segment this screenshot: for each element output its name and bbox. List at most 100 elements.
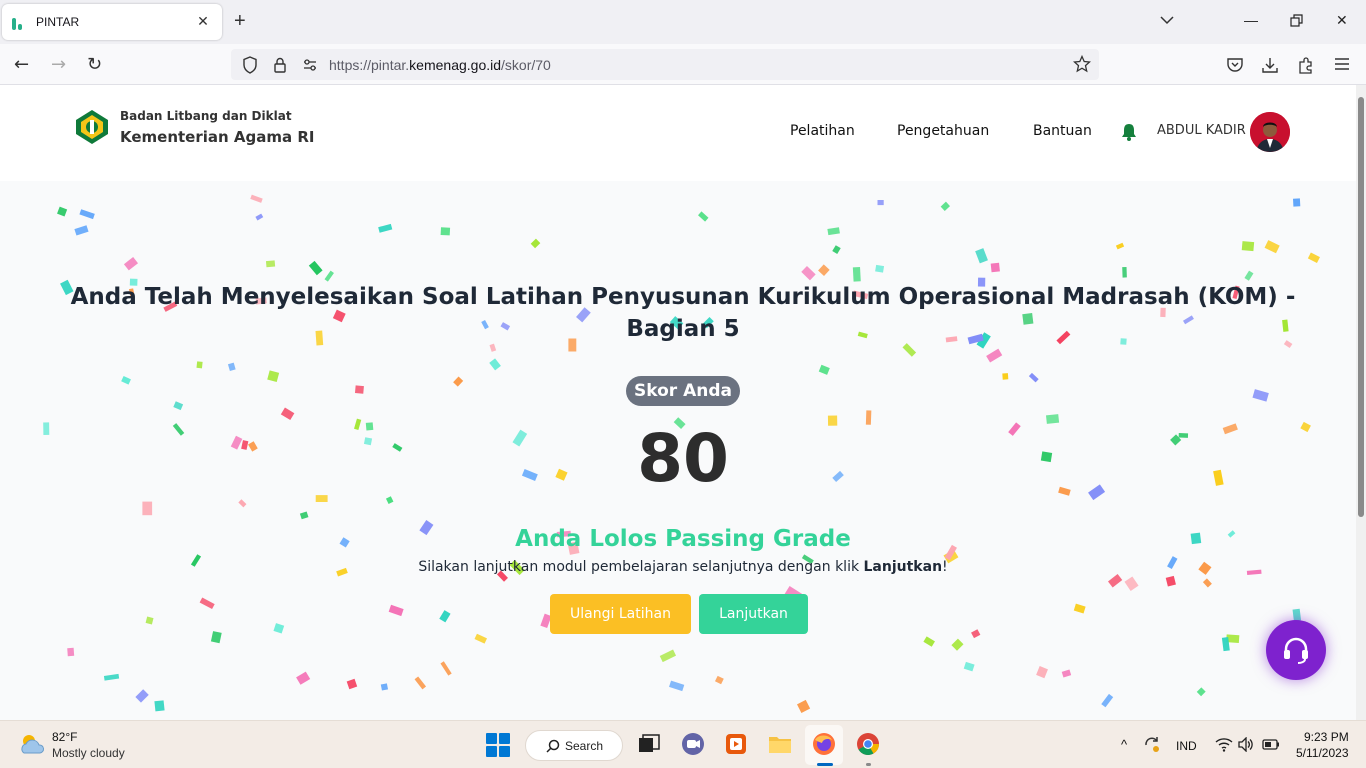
taskbar-search[interactable]: Search [525,730,623,761]
teams-chat-icon[interactable] [680,731,706,757]
confetti-piece [1122,267,1127,278]
confetti-piece [296,671,311,685]
input-language[interactable]: IND [1176,739,1197,753]
taskbar: 82°F Mostly cloudy Search ^ IND 9:23 PM … [0,720,1366,768]
volume-icon[interactable] [1238,737,1254,752]
retry-button[interactable]: Ulangi Latihan [550,594,691,634]
confetti-piece [43,422,50,435]
close-window-icon[interactable]: ✕ [1336,12,1348,29]
confetti-piece [818,364,830,375]
confetti-piece [388,604,404,617]
task-view-icon[interactable] [636,731,662,757]
wifi-icon[interactable] [1215,737,1233,752]
confetti-piece [439,610,451,623]
confetti-piece [1040,451,1053,463]
lock-icon[interactable] [269,55,291,75]
nav-item-bantuan[interactable]: Bantuan [1033,123,1092,139]
file-explorer-icon[interactable] [767,731,793,757]
confetti-piece [714,675,724,685]
user-name[interactable]: ABDUL KADIR [1157,123,1246,138]
confetti-piece [1293,198,1301,207]
confetti-piece [255,213,264,221]
clock-time[interactable]: 9:23 PM [1304,730,1349,744]
confetti-piece [1073,603,1086,614]
confetti-piece [380,683,389,691]
confetti-piece [378,223,393,233]
notification-bell-icon[interactable] [1120,122,1138,142]
confetti-piece [315,495,328,502]
weather-temperature: 82°F [52,730,78,744]
confetti-piece [865,410,872,425]
battery-icon[interactable] [1262,739,1280,750]
confetti-piece [1167,556,1178,569]
browser-navbar: ← → ↻ https://pintar.kemenag.go.id/skor/… [0,44,1366,85]
score-result-section: Anda Telah Menyelesaikan Soal Latihan Pe… [0,181,1356,720]
url-text: https://pintar.kemenag.go.id/skor/70 [329,56,551,73]
list-all-tabs-icon[interactable] [1159,12,1175,28]
confetti-piece [1061,669,1072,678]
confetti-piece [827,415,838,426]
minimize-icon[interactable]: — [1244,12,1258,28]
weather-cloud-icon[interactable] [18,731,46,757]
next-button[interactable]: Lanjutkan [699,594,808,634]
org-name-line1[interactable]: Badan Litbang dan Diklat [120,109,292,123]
confetti-piece [659,649,677,663]
media-app-icon[interactable] [723,731,749,757]
confetti-piece [1028,372,1039,383]
confetti-piece [902,343,917,357]
help-support-button[interactable] [1266,620,1326,680]
nav-item-pelatihan[interactable]: Pelatihan [790,123,855,139]
confetti-piece [975,248,988,264]
update-sync-icon[interactable] [1143,736,1161,754]
confetti-piece [238,499,247,508]
confetti-piece [530,238,541,249]
address-bar[interactable]: https://pintar.kemenag.go.id/skor/70 [231,49,1099,80]
confetti-piece [852,267,861,282]
confetti-piece [990,262,1000,273]
confetti-piece [154,700,165,712]
avatar[interactable] [1250,112,1290,152]
nav-item-pengetahuan[interactable]: Pengetahuan [897,123,989,139]
confetti-piece [414,676,427,690]
confetti-piece [440,661,452,676]
confetti-piece [196,361,203,369]
bookmark-star-icon[interactable] [1073,55,1091,73]
show-hidden-icons-icon[interactable]: ^ [1121,737,1127,752]
clock-date[interactable]: 5/11/2023 [1296,746,1349,760]
pocket-icon[interactable] [1226,56,1244,74]
chrome-icon[interactable] [855,731,881,757]
confetti-piece [354,418,362,431]
chrome-running-indicator [866,763,871,766]
confetti-piece [210,631,222,644]
pass-status: Anda Lolos Passing Grade [515,526,851,552]
confetti-piece [339,537,350,548]
reload-icon[interactable]: ↻ [87,54,102,75]
confetti-piece [173,401,184,411]
confetti-piece [1222,423,1238,435]
back-icon[interactable]: ← [14,54,29,75]
extensions-icon[interactable] [1297,56,1315,74]
confetti-piece [121,375,131,385]
permissions-icon[interactable] [299,55,321,75]
confetti-piece [1008,422,1021,436]
restore-icon[interactable] [1290,14,1304,28]
org-name-line2[interactable]: Kementerian Agama RI [120,128,315,146]
page-scrollbar[interactable] [1356,85,1366,720]
confetti-piece [248,441,258,452]
confetti-piece [1213,469,1224,486]
shield-icon[interactable] [239,55,261,75]
tab-close-icon[interactable]: ✕ [194,14,212,30]
confetti-piece [1107,573,1123,588]
new-tab-icon[interactable]: + [234,10,246,33]
browser-tab[interactable]: PINTAR ✕ [2,4,222,40]
confetti-piece [57,206,68,217]
windows-start-icon[interactable] [486,733,510,757]
downloads-icon[interactable] [1261,56,1279,74]
scroll-thumb[interactable] [1358,97,1364,517]
confetti-piece [797,699,811,714]
forward-icon[interactable]: → [51,54,66,75]
kemenag-logo-icon[interactable] [74,109,110,145]
menu-icon[interactable] [1334,56,1350,72]
confetti-piece [489,358,501,371]
firefox-icon[interactable] [811,731,837,757]
